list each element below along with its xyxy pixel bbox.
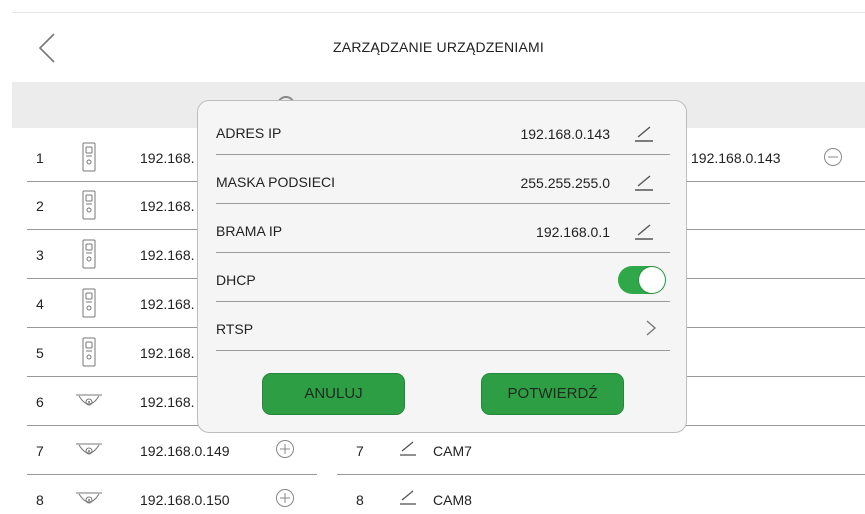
device-ip: 192.168. [140, 198, 195, 214]
door-station-icon [82, 288, 96, 318]
gateway-row[interactable]: BRAMA IP 192.168.0.1 [216, 203, 670, 253]
dome-camera-icon [76, 443, 102, 455]
chevron-right-icon [646, 320, 657, 336]
device-ip: 192.168.0.149 [140, 443, 230, 459]
ip-address-value: 192.168.0.143 [520, 126, 610, 142]
device-ip: 192.168. [140, 247, 195, 263]
subnet-mask-label: MASKA PODSIECI [216, 174, 336, 190]
header-bar: ZARZĄDZANIE URZĄDZENIAMI [12, 12, 865, 82]
device-number: 2 [36, 198, 44, 214]
door-station-icon [82, 142, 96, 172]
device-ip: 192.168. [140, 150, 195, 166]
device-number: 3 [36, 247, 44, 263]
list-item[interactable]: 8 CAM8 [327, 474, 865, 514]
plus-circle-icon[interactable] [275, 488, 295, 508]
device-number: 6 [36, 394, 44, 410]
minus-circle-icon[interactable] [823, 147, 843, 167]
device-number: 7 [36, 443, 44, 459]
door-station-icon [82, 337, 96, 367]
dome-camera-icon [76, 492, 102, 504]
device-ip: 192.168.0.150 [140, 492, 230, 508]
gateway-label: BRAMA IP [216, 223, 283, 239]
list-item[interactable]: 8 192.168.0.150 [12, 474, 317, 514]
plus-circle-icon[interactable] [275, 439, 295, 459]
page-title: ZARZĄDZANIE URZĄDZENIAMI [333, 39, 544, 55]
device-number: 5 [36, 345, 44, 361]
network-settings-dialog: ADRES IP 192.168.0.143 MASKA PODSIECI 25… [197, 100, 687, 433]
subnet-mask-row[interactable]: MASKA PODSIECI 255.255.255.0 [216, 154, 670, 204]
ip-address-row[interactable]: ADRES IP 192.168.0.143 [216, 105, 670, 155]
device-ip: 192.168. [140, 345, 195, 361]
dhcp-toggle[interactable] [618, 266, 666, 294]
rtsp-row[interactable]: RTSP [216, 301, 670, 351]
door-station-icon [82, 239, 96, 269]
device-number: 1 [36, 150, 44, 166]
subnet-mask-value: 255.255.255.0 [520, 175, 610, 191]
camera-name: CAM7 [433, 443, 472, 459]
pencil-icon[interactable] [399, 488, 417, 506]
pencil-icon[interactable] [399, 439, 417, 457]
dhcp-label: DHCP [216, 272, 256, 288]
assigned-number: 8 [356, 492, 364, 508]
pencil-icon[interactable] [634, 123, 654, 143]
camera-name: CAM8 [433, 492, 472, 508]
device-number: 4 [36, 296, 44, 312]
pencil-icon[interactable] [634, 172, 654, 192]
assigned-number: 7 [356, 443, 364, 459]
rtsp-label: RTSP [216, 321, 254, 337]
toggle-knob [639, 267, 665, 293]
gateway-value: 192.168.0.1 [536, 224, 610, 240]
cancel-button[interactable]: ANULUJ [262, 373, 405, 415]
device-number: 8 [36, 492, 44, 508]
pencil-icon[interactable] [634, 221, 654, 241]
confirm-button[interactable]: POTWIERDŹ [481, 373, 624, 415]
ip-address-label: ADRES IP [216, 125, 282, 141]
door-station-icon [82, 190, 96, 220]
dhcp-row: DHCP [216, 252, 670, 302]
device-ip: 192.168. [140, 394, 195, 410]
dome-camera-icon [76, 394, 102, 406]
assigned-ip: 192.168.0.143 [691, 150, 781, 166]
device-ip: 192.168. [140, 296, 195, 312]
